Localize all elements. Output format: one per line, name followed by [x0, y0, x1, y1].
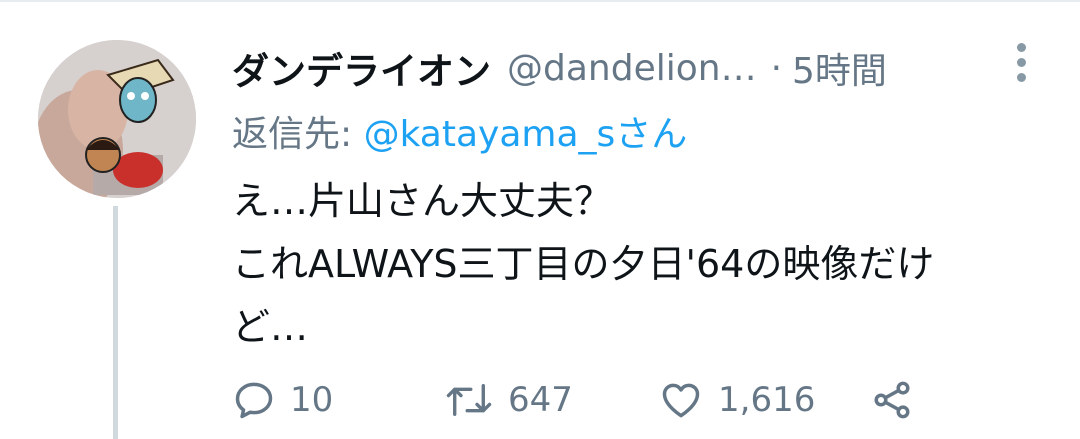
- top-divider: [0, 0, 1080, 2]
- reply-label: 返信先:: [232, 114, 353, 155]
- share-button[interactable]: [870, 370, 914, 430]
- retweet-button[interactable]: 647: [444, 370, 573, 430]
- like-button[interactable]: 1,616: [658, 370, 815, 430]
- retweet-count: 647: [508, 380, 573, 420]
- separator-dot: ·: [770, 47, 783, 89]
- reply-context: 返信先: @katayama_sさん: [232, 105, 687, 157]
- more-vert-icon[interactable]: [1004, 38, 1038, 86]
- tweet-text-line: え…片山さん大丈夫？: [232, 179, 613, 223]
- like-count: 1,616: [718, 380, 816, 420]
- reply-icon: [235, 382, 273, 419]
- tweet-header: ダンデライオン @dandelion… · 5時間: [232, 38, 1032, 98]
- tweet-text: え…片山さん大丈夫？ これALWAYS三丁目の夕日'64の映像だけ ど…: [232, 170, 1052, 359]
- avatar-photo: [38, 40, 196, 198]
- more-dot: [1016, 42, 1026, 52]
- more-dot: [1016, 57, 1026, 67]
- reply-to-link[interactable]: @katayama_sさん: [364, 114, 688, 155]
- thread-line: [113, 206, 118, 439]
- handle[interactable]: @dandelion…: [507, 48, 757, 89]
- tweet-text-line: ど…: [232, 305, 309, 349]
- like-icon: [662, 383, 700, 418]
- timestamp[interactable]: 5時間: [792, 42, 887, 94]
- action-bar: 10 647 1,616: [232, 370, 932, 430]
- more-dot: [1016, 72, 1026, 82]
- reply-count: 10: [290, 380, 334, 420]
- avatar[interactable]: [38, 40, 196, 198]
- share-icon: [874, 381, 910, 419]
- retweet-icon: [446, 384, 492, 416]
- reply-button[interactable]: 10: [232, 370, 333, 430]
- tweet-text-line: これALWAYS三丁目の夕日'64の映像だけ: [232, 242, 935, 286]
- display-name[interactable]: ダンデライオン: [232, 41, 491, 95]
